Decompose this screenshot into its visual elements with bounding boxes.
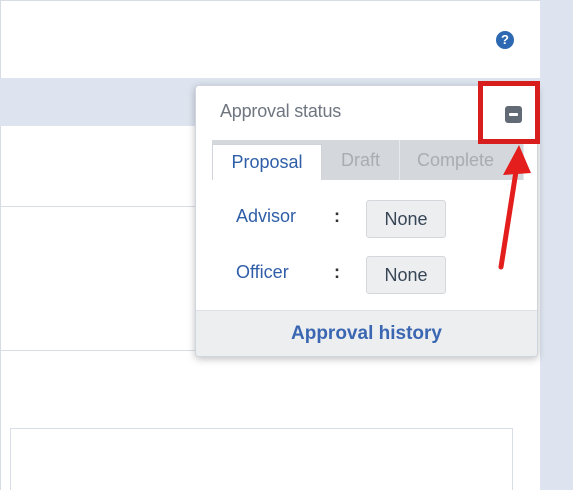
- field-separator: :: [334, 262, 340, 282]
- tab-proposal[interactable]: Proposal: [212, 144, 322, 180]
- advisor-label: Advisor: [236, 206, 297, 226]
- field-separator: :: [334, 206, 340, 226]
- approval-tabs: Proposal Draft Complete: [212, 140, 524, 180]
- page-root: ? Approval status Proposal Draft Complet…: [0, 0, 573, 490]
- advisor-value: None: [366, 200, 446, 238]
- approval-history-link[interactable]: Approval history: [196, 310, 537, 356]
- tab-draft[interactable]: Draft: [322, 140, 400, 180]
- panel-title: Approval status: [220, 101, 342, 121]
- officer-label: Officer: [236, 262, 289, 282]
- content-box: [10, 428, 513, 490]
- help-icon[interactable]: ?: [496, 31, 514, 49]
- annotation-arrow-icon: [498, 145, 531, 270]
- top-bar: ?: [0, 0, 540, 78]
- officer-value: None: [366, 256, 446, 294]
